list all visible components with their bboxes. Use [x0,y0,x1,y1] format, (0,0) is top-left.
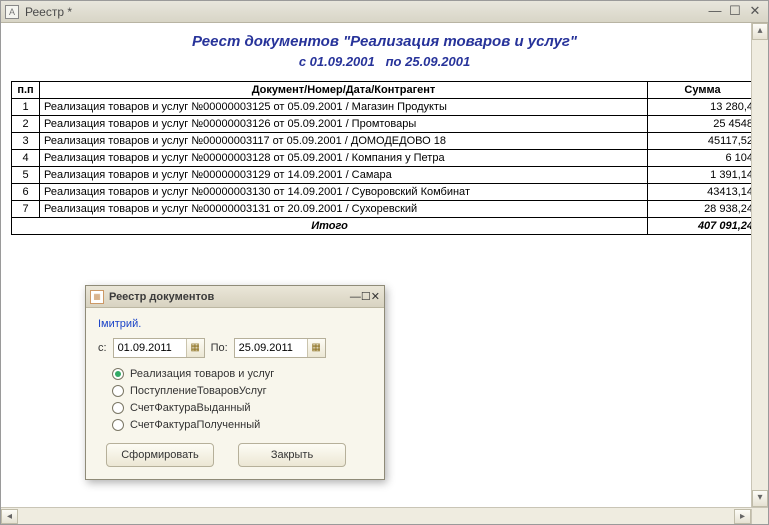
horizontal-scrollbar[interactable]: ◂ ▸ [1,507,768,524]
total-sum: 407 091,24 [648,218,758,235]
row-doc: Реализация товаров и услуг №00000003128 … [40,150,648,167]
radio-option[interactable]: СчетФактураВыданный [112,402,372,414]
scroll-up-icon[interactable]: ▴ [752,23,768,40]
row-sum: 1 391,14 [648,167,758,184]
dialog-minimize-button[interactable]: — [350,291,361,303]
row-doc: Реализация товаров и услуг №00000003117 … [40,133,648,150]
subtitle-prefix: с [299,54,306,69]
report-area: Реест документов "Реализация товаров и у… [1,23,768,507]
report-title: Реест документов "Реализация товаров и у… [11,33,758,50]
row-doc: Реализация товаров и услуг №00000003130 … [40,184,648,201]
generate-button[interactable]: Сформировать [106,443,214,467]
radio-icon [112,385,124,397]
row-doc: Реализация товаров и услуг №00000003125 … [40,99,648,116]
row-num: 7 [12,201,40,218]
radio-option[interactable]: Реализация товаров и услуг [112,368,372,380]
dialog-buttons: Сформировать Закрыть [98,443,372,467]
row-num: 1 [12,99,40,116]
main-window: A Реестр * — ☐ ✕ Реест документов "Реали… [0,0,769,525]
table-row: 4Реализация товаров и услуг №00000003128… [12,150,758,167]
app-icon: A [5,5,19,19]
radio-label: Реализация товаров и услуг [130,368,274,380]
dialog-close-button[interactable]: ✕ [371,290,380,303]
from-label: с: [98,342,107,354]
to-label: По: [211,342,228,354]
report-date-to: 25.09.2001 [405,54,470,69]
row-sum: 6 104 [648,150,758,167]
date-from-input[interactable] [114,339,186,357]
radio-option[interactable]: ПоступлениеТоваровУслуг [112,385,372,397]
report-table: п.п Документ/Номер/Дата/Контрагент Сумма… [11,81,758,235]
row-doc: Реализация товаров и услуг №00000003126 … [40,116,648,133]
doc-type-radiogroup: Реализация товаров и услуг ПоступлениеТов… [112,368,372,431]
radio-label: ПоступлениеТоваровУслуг [130,385,267,397]
scroll-track[interactable] [752,40,768,490]
close-button[interactable]: ✕ [746,4,764,20]
row-num: 5 [12,167,40,184]
table-row: 3Реализация товаров и услуг №00000003117… [12,133,758,150]
report-subtitle: с 01.09.2001 по 25.09.2001 [11,54,758,69]
total-label: Итого [12,218,648,235]
row-sum: 45117,52 [648,133,758,150]
row-doc: Реализация товаров и услуг №00000003129 … [40,167,648,184]
table-row: 7Реализация товаров и услуг №00000003131… [12,201,758,218]
table-row: 5Реализация товаров и услуг №00000003129… [12,167,758,184]
minimize-button[interactable]: — [706,4,724,20]
user-label: Iмитрий. [98,318,372,330]
dialog-icon: ▦ [90,290,104,304]
dialog-title: Реестр документов [109,291,214,303]
row-num: 2 [12,116,40,133]
col-header-sum: Сумма [648,82,758,99]
col-header-doc: Документ/Номер/Дата/Контрагент [40,82,648,99]
row-sum: 43413,14 [648,184,758,201]
scroll-corner [751,509,768,524]
radio-label: СчетФактураПолученный [130,419,260,431]
row-num: 4 [12,150,40,167]
row-sum: 28 938,24 [648,201,758,218]
calendar-icon[interactable]: ▦ [186,339,204,357]
date-to-wrap: ▦ [234,338,326,358]
scroll-right-icon[interactable]: ▸ [734,509,751,524]
date-row: с: ▦ По: ▦ [98,338,372,358]
radio-icon [112,402,124,414]
main-titlebar: A Реестр * — ☐ ✕ [1,1,768,23]
col-header-num: п.п [12,82,40,99]
radio-label: СчетФактураВыданный [130,402,251,414]
row-sum: 25 4548 [648,116,758,133]
vertical-scrollbar[interactable]: ▴ ▾ [751,23,768,507]
row-sum: 13 280,4 [648,99,758,116]
scroll-down-icon[interactable]: ▾ [752,490,768,507]
dialog-maximize-button[interactable]: ☐ [361,290,371,303]
params-dialog: ▦ Реестр документов — ☐ ✕ Iмитрий. с: ▦ … [85,285,385,480]
row-num: 6 [12,184,40,201]
maximize-button[interactable]: ☐ [726,4,744,20]
row-doc: Реализация товаров и услуг №00000003131 … [40,201,648,218]
report-date-from: 01.09.2001 [310,54,375,69]
dialog-titlebar[interactable]: ▦ Реестр документов — ☐ ✕ [86,286,384,308]
subtitle-separator: по [386,54,402,69]
table-row: 2Реализация товаров и услуг №00000003126… [12,116,758,133]
row-num: 3 [12,133,40,150]
date-to-input[interactable] [235,339,307,357]
table-row: 1Реализация товаров и услуг №00000003125… [12,99,758,116]
dialog-body: Iмитрий. с: ▦ По: ▦ Реализация товаров и… [86,308,384,479]
close-dialog-button[interactable]: Закрыть [238,443,346,467]
radio-icon [112,368,124,380]
radio-option[interactable]: СчетФактураПолученный [112,419,372,431]
radio-icon [112,419,124,431]
calendar-icon[interactable]: ▦ [307,339,325,357]
window-title: Реестр * [25,5,72,19]
date-from-wrap: ▦ [113,338,205,358]
scroll-left-icon[interactable]: ◂ [1,509,18,524]
table-row: 6Реализация товаров и услуг №00000003130… [12,184,758,201]
